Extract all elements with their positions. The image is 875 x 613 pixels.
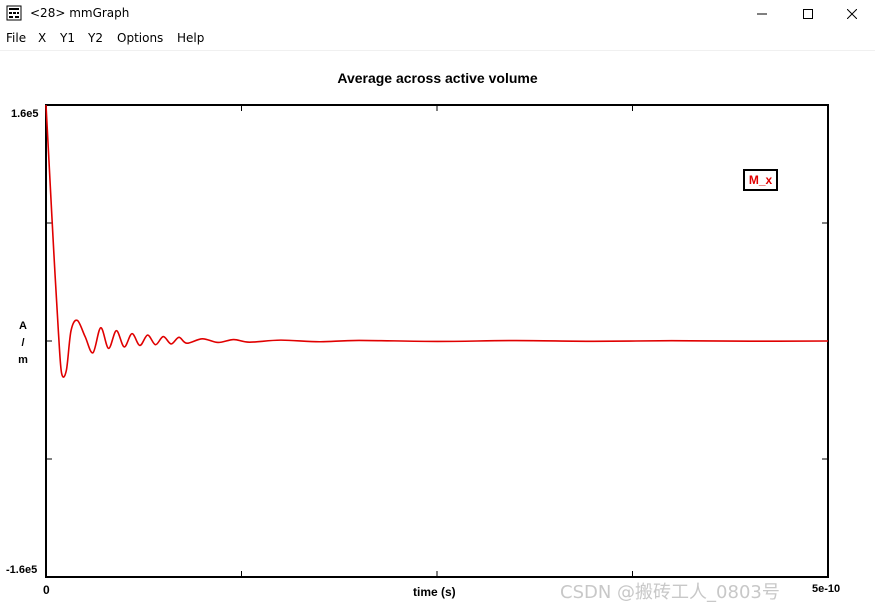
y-axis-label-line-2: / — [21, 337, 25, 349]
y-axis-label-line-3: m — [18, 354, 28, 366]
y-tick-label-bottom: -1.6e5 — [6, 564, 38, 576]
legend-entry-m-x: M_x — [743, 169, 778, 191]
y-tick-label-top: 1.6e5 — [11, 108, 39, 120]
plot-svg — [45, 104, 829, 578]
y-axis-label-line-1: A — [19, 320, 27, 332]
series-line-m-x — [45, 104, 829, 378]
x-tick-label-left: 0 — [43, 583, 50, 597]
x-axis-label: time (s) — [413, 585, 456, 599]
y-axis-label: A / m — [16, 318, 30, 369]
watermark-text: CSDN @搬砖工人_0803号 — [560, 582, 780, 603]
x-tick-label-right: 5e-10 — [812, 583, 841, 595]
